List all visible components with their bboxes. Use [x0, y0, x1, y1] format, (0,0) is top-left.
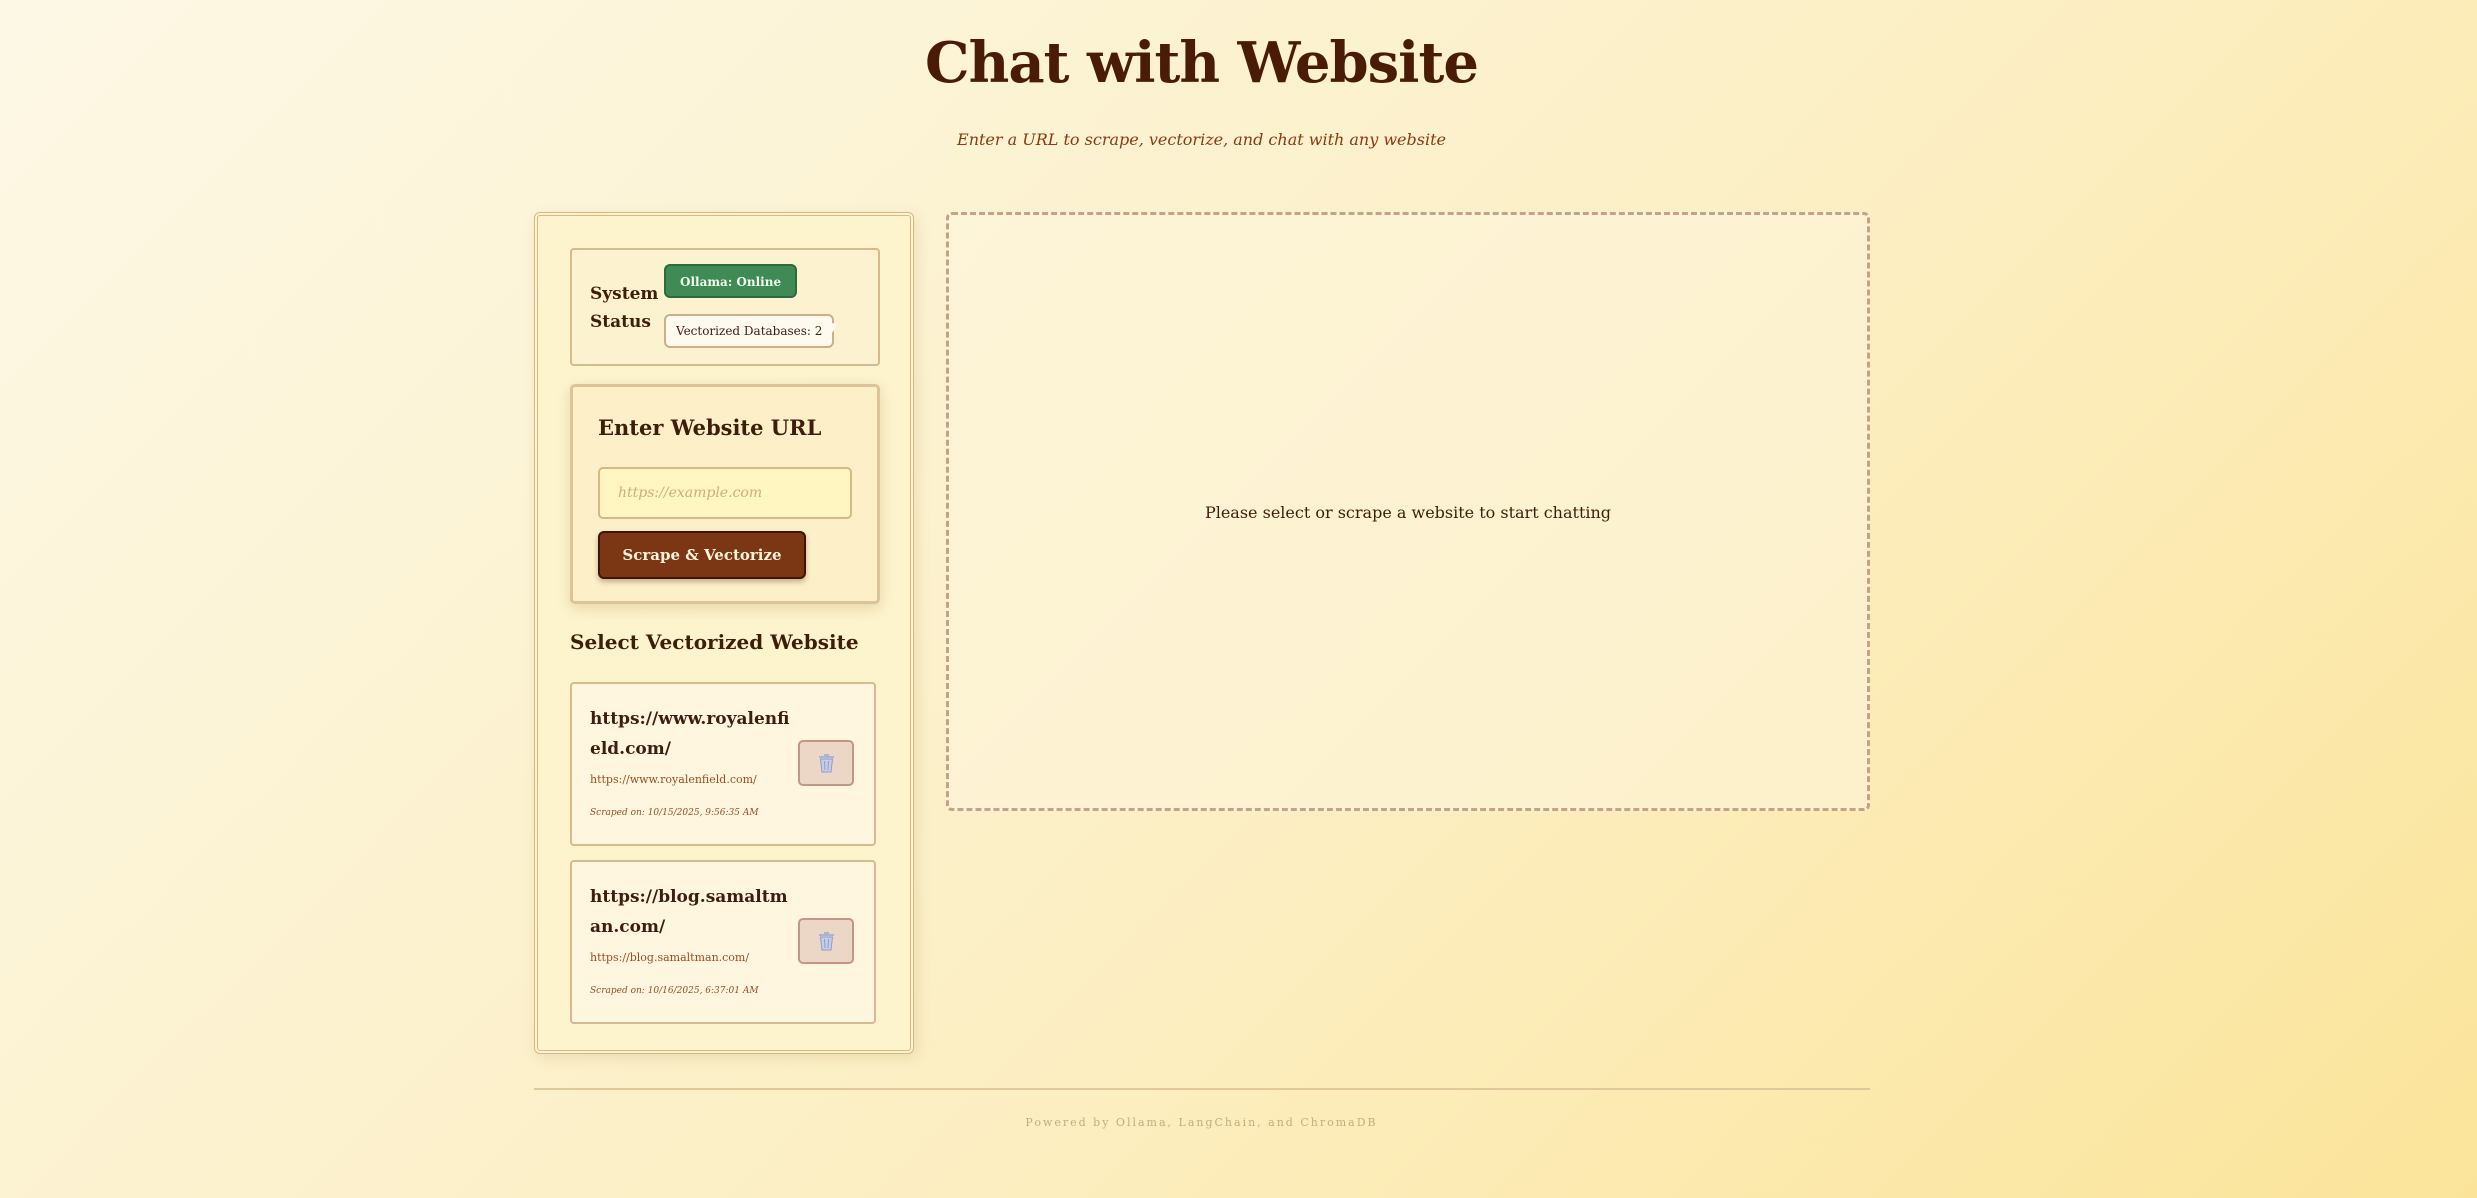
delete-website-button[interactable]: [798, 918, 854, 964]
website-list-item[interactable]: https://www.royalenfield.com/ https://ww…: [570, 682, 876, 846]
website-url: https://blog.samaltman.com/: [590, 951, 750, 964]
page-title: Chat with Website: [925, 30, 1479, 96]
website-list-item[interactable]: https://blog.samaltman.com/ https://blog…: [570, 860, 876, 1024]
chevron-down-icon[interactable]: ▼: [828, 320, 837, 334]
vectorized-databases-dropdown[interactable]: Vectorized Databases: 2: [664, 314, 835, 348]
select-website-heading: Select Vectorized Website: [570, 630, 859, 654]
footer-credits: Powered by Ollama, LangChain, and Chroma…: [1025, 1116, 1378, 1129]
sidebar: System Status Ollama: Online Vectorized …: [534, 212, 914, 1054]
system-status-panel: System Status Ollama: Online Vectorized …: [570, 248, 880, 366]
website-title: https://blog.samaltman.com/: [590, 887, 788, 937]
trash-icon: [819, 932, 834, 951]
system-status-label: System Status: [590, 284, 659, 332]
trash-icon: [819, 754, 834, 773]
chat-empty-message: Please select or scrape a website to sta…: [1204, 503, 1612, 522]
scrape-vectorize-button[interactable]: Scrape & Vectorize: [598, 531, 806, 579]
chat-panel: Please select or scrape a website to sta…: [946, 212, 1870, 811]
page-subtitle: Enter a URL to scrape, vectorize, and ch…: [957, 130, 1446, 149]
website-title: https://www.royalenfield.com/: [590, 709, 790, 759]
url-input-panel: Enter Website URL Scrape & Vectorize: [570, 384, 880, 604]
url-panel-heading: Enter Website URL: [598, 415, 822, 440]
website-url-input[interactable]: [598, 467, 852, 519]
footer-divider: [534, 1088, 1870, 1090]
website-url: https://www.royalenfield.com/: [590, 773, 757, 786]
scraped-date: Scraped on: 10/15/2025, 9:56:35 AM: [590, 808, 759, 818]
ollama-status-badge: Ollama: Online: [664, 264, 798, 298]
scraped-date: Scraped on: 10/16/2025, 6:37:01 AM: [590, 986, 759, 996]
delete-website-button[interactable]: [798, 740, 854, 786]
